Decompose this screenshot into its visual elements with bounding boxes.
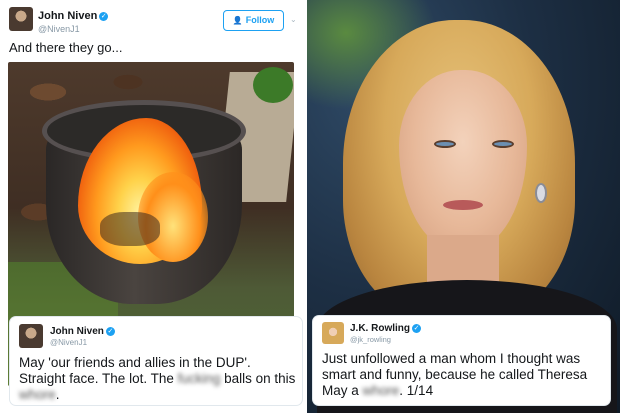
author-name-text[interactable]: John Niven xyxy=(38,10,97,22)
author-name[interactable]: John Niven ✓ xyxy=(38,10,109,22)
quoted-author-name-text[interactable]: John Niven xyxy=(50,326,104,337)
avatar[interactable] xyxy=(9,7,33,31)
quoted-author-handle[interactable]: @NivenJ1 xyxy=(50,338,87,347)
verified-check-icon: ✓ xyxy=(99,12,109,21)
rowling-text-before: Just unfollowed a man whom I thought was… xyxy=(322,351,588,398)
burning-books xyxy=(100,212,160,246)
blurred-word: fucking xyxy=(177,371,221,386)
face xyxy=(399,70,527,250)
verified-check-icon: ✓ xyxy=(412,324,421,333)
rowling-tweet-card[interactable]: J.K. Rowling ✓ @jk_rowling Just unfollowe… xyxy=(313,316,610,405)
add-user-icon: 👤 xyxy=(232,16,243,25)
quoted-text-after: . xyxy=(55,387,60,402)
quoted-text-middle: balls on this xyxy=(220,371,296,386)
earring xyxy=(535,183,547,203)
avatar[interactable] xyxy=(322,322,344,344)
quoted-author-name[interactable]: John Niven ✓ xyxy=(50,326,115,337)
rowling-author-name[interactable]: J.K. Rowling ✓ xyxy=(350,323,421,334)
follow-label: Follow xyxy=(245,15,275,25)
avatar[interactable] xyxy=(19,324,43,348)
quoted-tweet-card[interactable]: John Niven ✓ @NivenJ1 May 'our friends an… xyxy=(10,317,302,405)
quoted-tweet-text: May 'our friends and allies in the DUP'.… xyxy=(19,355,299,403)
rowling-tweet-text: Just unfollowed a man whom I thought was… xyxy=(322,351,607,399)
tweet-text: And there they go... xyxy=(9,40,123,55)
blurred-word: whore xyxy=(19,387,56,402)
rowling-text-after: . 1/14 xyxy=(399,383,434,398)
author-handle[interactable]: @NivenJ1 xyxy=(38,24,80,34)
chevron-down-icon[interactable]: ⌄ xyxy=(290,15,297,24)
right-eye xyxy=(492,140,514,148)
verified-check-icon: ✓ xyxy=(105,327,115,336)
lips xyxy=(443,200,483,210)
rowling-author-handle[interactable]: @jk_rowling xyxy=(350,335,391,344)
left-eye xyxy=(434,140,456,148)
plant xyxy=(253,67,293,103)
rowling-author-name-text[interactable]: J.K. Rowling xyxy=(350,323,410,334)
blurred-word: whore xyxy=(362,383,400,398)
left-tweet-card: John Niven ✓ @NivenJ1 👤 Follow ⌄ And there… xyxy=(0,0,303,413)
follow-button[interactable]: 👤 Follow xyxy=(223,10,284,31)
tweet-header: John Niven ✓ @NivenJ1 👤 Follow ⌄ xyxy=(9,7,299,37)
